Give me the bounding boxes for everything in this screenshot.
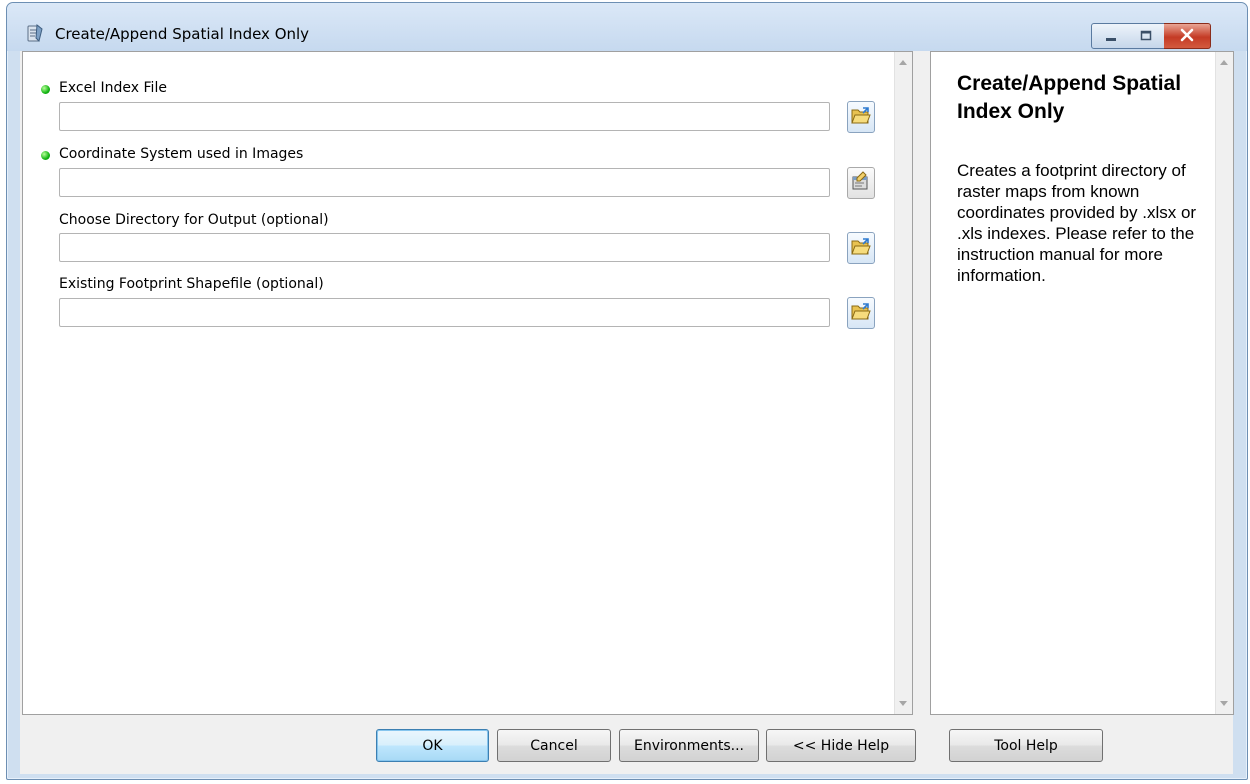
toolbox-script-icon bbox=[25, 23, 45, 45]
coordinate-system-input[interactable] bbox=[59, 168, 830, 197]
spatial-reference-properties-icon bbox=[851, 171, 871, 195]
scroll-up-arrow-icon[interactable] bbox=[899, 60, 907, 65]
hide-help-button[interactable]: << Hide Help bbox=[766, 729, 916, 762]
folder-browse-icon bbox=[851, 302, 871, 324]
param-label-output-directory: Choose Directory for Output (optional) bbox=[59, 212, 329, 228]
ok-button[interactable]: OK bbox=[376, 729, 489, 762]
output-directory-input[interactable] bbox=[59, 233, 830, 262]
minimize-icon bbox=[1104, 27, 1118, 46]
tool-dialog-window: Create/Append Spatial Index Only Excel I… bbox=[6, 2, 1248, 780]
coordinate-system-properties-button[interactable] bbox=[847, 167, 875, 199]
required-indicator-dot bbox=[41, 85, 50, 94]
title-bar[interactable]: Create/Append Spatial Index Only bbox=[7, 3, 1247, 51]
param-label-excel-index-file: Excel Index File bbox=[59, 80, 167, 96]
required-indicator-dot bbox=[41, 151, 50, 160]
folder-browse-icon bbox=[851, 106, 871, 128]
scroll-up-arrow-icon[interactable] bbox=[1220, 60, 1228, 65]
param-label-existing-footprint: Existing Footprint Shapefile (optional) bbox=[59, 276, 324, 292]
excel-index-file-browse-button[interactable] bbox=[847, 101, 875, 133]
scroll-down-arrow-icon[interactable] bbox=[1220, 701, 1228, 706]
dialog-client-area: Excel Index File Coordinate System used … bbox=[20, 51, 1234, 774]
help-scrollbar[interactable] bbox=[1215, 52, 1233, 714]
maximize-icon bbox=[1139, 27, 1153, 46]
help-pane: Create/Append Spatial Index Only Creates… bbox=[930, 51, 1234, 715]
help-description: Creates a footprint directory of raster … bbox=[957, 161, 1197, 285]
scroll-down-arrow-icon[interactable] bbox=[899, 701, 907, 706]
maximize-button[interactable] bbox=[1128, 23, 1165, 49]
parameters-scrollbar[interactable] bbox=[894, 52, 912, 714]
tool-help-button[interactable]: Tool Help bbox=[949, 729, 1103, 762]
output-directory-browse-button[interactable] bbox=[847, 232, 875, 264]
minimize-button[interactable] bbox=[1091, 23, 1130, 49]
cancel-button[interactable]: Cancel bbox=[497, 729, 611, 762]
existing-footprint-browse-button[interactable] bbox=[847, 297, 875, 329]
folder-browse-icon bbox=[851, 237, 871, 259]
param-label-coordinate-system: Coordinate System used in Images bbox=[59, 146, 304, 162]
help-title: Create/Append Spatial Index Only bbox=[957, 72, 1182, 123]
window-title: Create/Append Spatial Index Only bbox=[55, 25, 310, 43]
excel-index-file-input[interactable] bbox=[59, 102, 830, 131]
close-icon bbox=[1179, 27, 1195, 46]
close-window-button[interactable] bbox=[1164, 23, 1211, 49]
parameters-pane: Excel Index File Coordinate System used … bbox=[22, 51, 913, 715]
existing-footprint-input[interactable] bbox=[59, 298, 830, 327]
environments-button[interactable]: Environments... bbox=[619, 729, 759, 762]
